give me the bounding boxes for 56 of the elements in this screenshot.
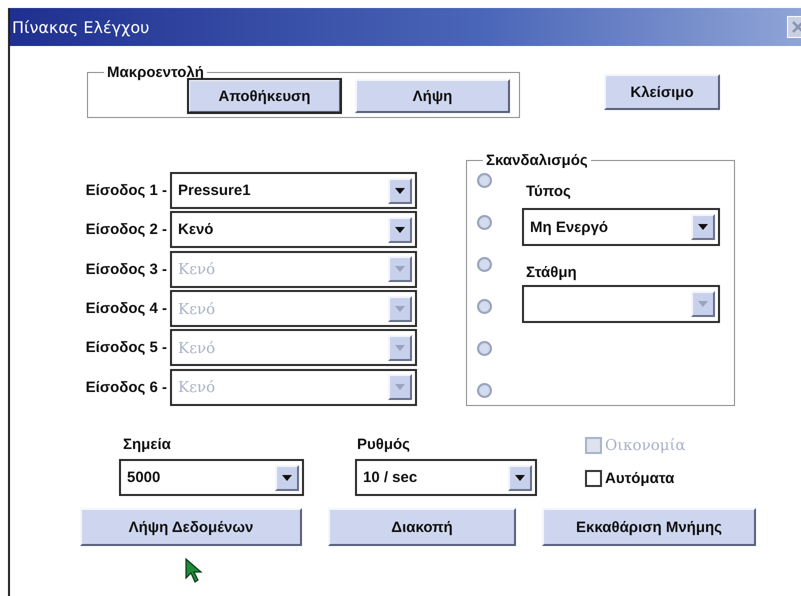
combo-value: Κενό: [178, 300, 216, 318]
dropdown-button[interactable]: [275, 464, 299, 490]
group-label: Μακροεντολή: [106, 64, 205, 81]
load-button[interactable]: Λήψη: [355, 79, 510, 113]
input-label: Είσοδος 6 -: [84, 378, 168, 396]
dropdown-arrow-icon: [395, 306, 405, 312]
rate-dropdown[interactable]: 10 / sec: [355, 459, 537, 496]
radio-button[interactable]: [477, 299, 492, 314]
combo-value: 5000: [127, 469, 162, 486]
action-button[interactable]: Εκκαθάριση Μνήμης: [542, 508, 756, 546]
input-label: Είσοδος 4 -: [84, 300, 168, 318]
dropdown-button[interactable]: [388, 178, 412, 204]
combo-value: Κενό: [178, 378, 216, 396]
dropdown-arrow-icon: [395, 344, 405, 351]
points-dropdown[interactable]: 5000: [119, 459, 304, 496]
input-label: Είσοδος 2 -: [84, 221, 168, 238]
radio-button[interactable]: [477, 341, 492, 356]
combo-value: Κενό: [178, 338, 216, 357]
type-label: Τύπος: [526, 183, 572, 200]
mouse-cursor-icon: [185, 558, 205, 584]
window-title: Πίνακας Ελέγχου: [12, 18, 150, 36]
radio-button[interactable]: [477, 383, 492, 398]
type-dropdown[interactable]: Μη Ενεργό: [522, 208, 720, 246]
dropdown-arrow-icon: [282, 474, 292, 480]
combo-value: Μη Ενεργό: [530, 218, 610, 236]
points-label: Σημεία: [123, 436, 172, 453]
dropdown-arrow-icon: [395, 384, 405, 390]
action-button[interactable]: Λήψη Δεδομένων: [80, 508, 302, 546]
radio-button[interactable]: [477, 173, 492, 188]
combo-value: Pressure1: [178, 182, 252, 200]
input-label: Είσοδος 3 -: [84, 260, 168, 278]
radio-button[interactable]: [477, 257, 492, 272]
dropdown-button[interactable]: [388, 216, 412, 243]
rate-label: Ρυθμός: [357, 436, 411, 453]
dropdown-arrow-icon: [395, 188, 405, 194]
dropdown-button[interactable]: [508, 464, 532, 490]
dropdown-arrow-icon: [698, 224, 708, 230]
option-checkbox[interactable]: Αυτόματα: [585, 470, 686, 487]
action-button[interactable]: Διακοπή: [328, 508, 516, 546]
level-label: Στάθμη: [526, 264, 578, 281]
input-label: Είσοδος 1 -: [84, 182, 168, 200]
input-dropdown[interactable]: Κενό: [170, 211, 417, 248]
input-dropdown[interactable]: Pressure1: [170, 172, 417, 210]
combo-value: Κενό: [178, 221, 214, 238]
dropdown-arrow-icon: [395, 266, 405, 272]
save-button[interactable]: Αποθήκευση: [188, 79, 341, 113]
radio-button[interactable]: [477, 215, 492, 230]
close-dialog-button[interactable]: Κλείσιμο: [604, 74, 720, 110]
group-label: Σκανδαλισμός: [485, 152, 589, 169]
dropdown-button[interactable]: [691, 214, 715, 240]
dropdown-arrow-icon: [698, 301, 708, 307]
dropdown-arrow-icon: [395, 226, 405, 233]
combo-value: Κενό: [178, 260, 216, 278]
input-label: Είσοδος 5 -: [84, 339, 168, 356]
combo-value: 10 / sec: [363, 469, 418, 486]
dropdown-arrow-icon: [515, 474, 525, 480]
